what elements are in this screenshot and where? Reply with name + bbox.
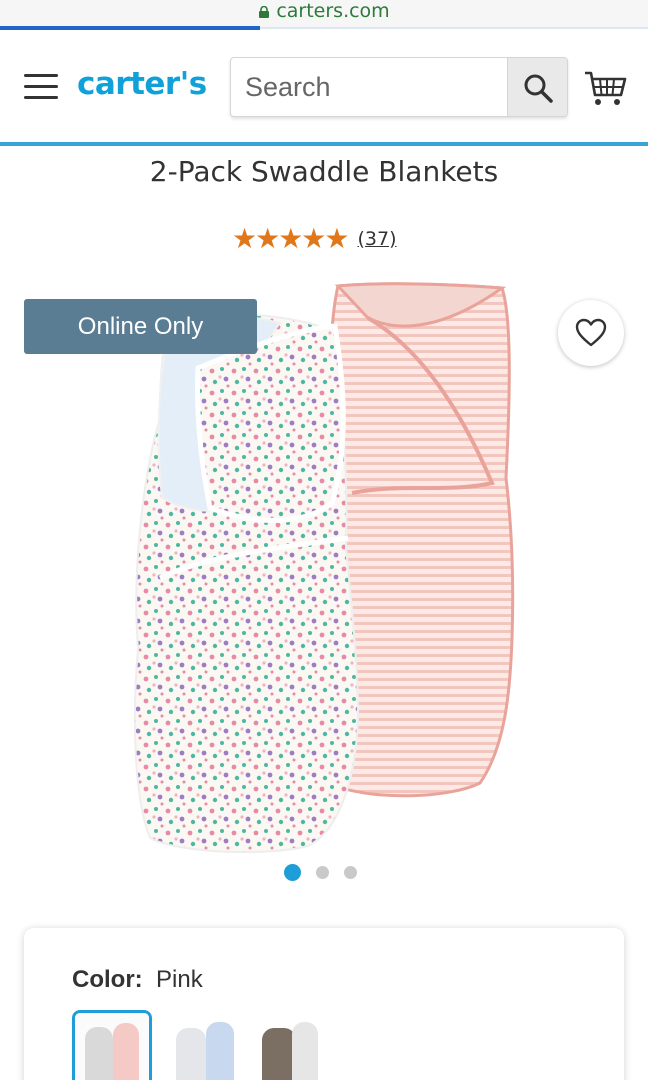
swatch-blue-image [170, 1010, 250, 1080]
product-image[interactable] [120, 278, 530, 858]
page-load-track [260, 27, 648, 29]
url-display[interactable]: carters.com [0, 0, 648, 22]
swatch-blue[interactable] [170, 1010, 250, 1080]
hamburger-icon[interactable] [24, 74, 60, 102]
search-box [230, 57, 568, 117]
search-input[interactable] [231, 58, 507, 116]
header-divider [0, 142, 648, 146]
favorite-button[interactable] [558, 300, 624, 366]
review-count-link[interactable]: (37) [358, 228, 397, 250]
product-rating[interactable]: ★★★★★ (37) [232, 222, 397, 255]
swatch-gray-image [256, 1010, 336, 1080]
carousel-dot-3[interactable] [344, 866, 357, 879]
color-label-title: Color: [72, 966, 143, 993]
search-icon [524, 74, 553, 103]
selected-color: Pink [156, 966, 203, 993]
swatch-pink-image [75, 1013, 149, 1080]
product-title: 2-Pack Swaddle Blankets [149, 155, 499, 188]
carousel-dot-2[interactable] [316, 866, 329, 879]
swatch-pink[interactable] [72, 1010, 152, 1080]
heart-icon [575, 318, 607, 347]
search-button[interactable] [507, 58, 567, 116]
carousel-dot-1[interactable] [284, 864, 301, 881]
carters-logo[interactable]: carter's [77, 66, 207, 102]
carousel-dots [284, 862, 372, 881]
color-selector-card: Color: Pink [24, 928, 624, 1080]
site-header: carter's [0, 30, 648, 144]
url-text: carters.com [276, 0, 390, 22]
color-label: Color: Pink [72, 966, 203, 994]
swatch-gray[interactable] [256, 1010, 336, 1080]
lock-icon [259, 6, 270, 18]
browser-url-bar[interactable]: carters.com [0, 0, 648, 28]
rating-stars: ★★★★★ [232, 222, 350, 255]
online-only-badge: Online Only [24, 299, 257, 354]
cart-icon[interactable] [583, 68, 627, 108]
